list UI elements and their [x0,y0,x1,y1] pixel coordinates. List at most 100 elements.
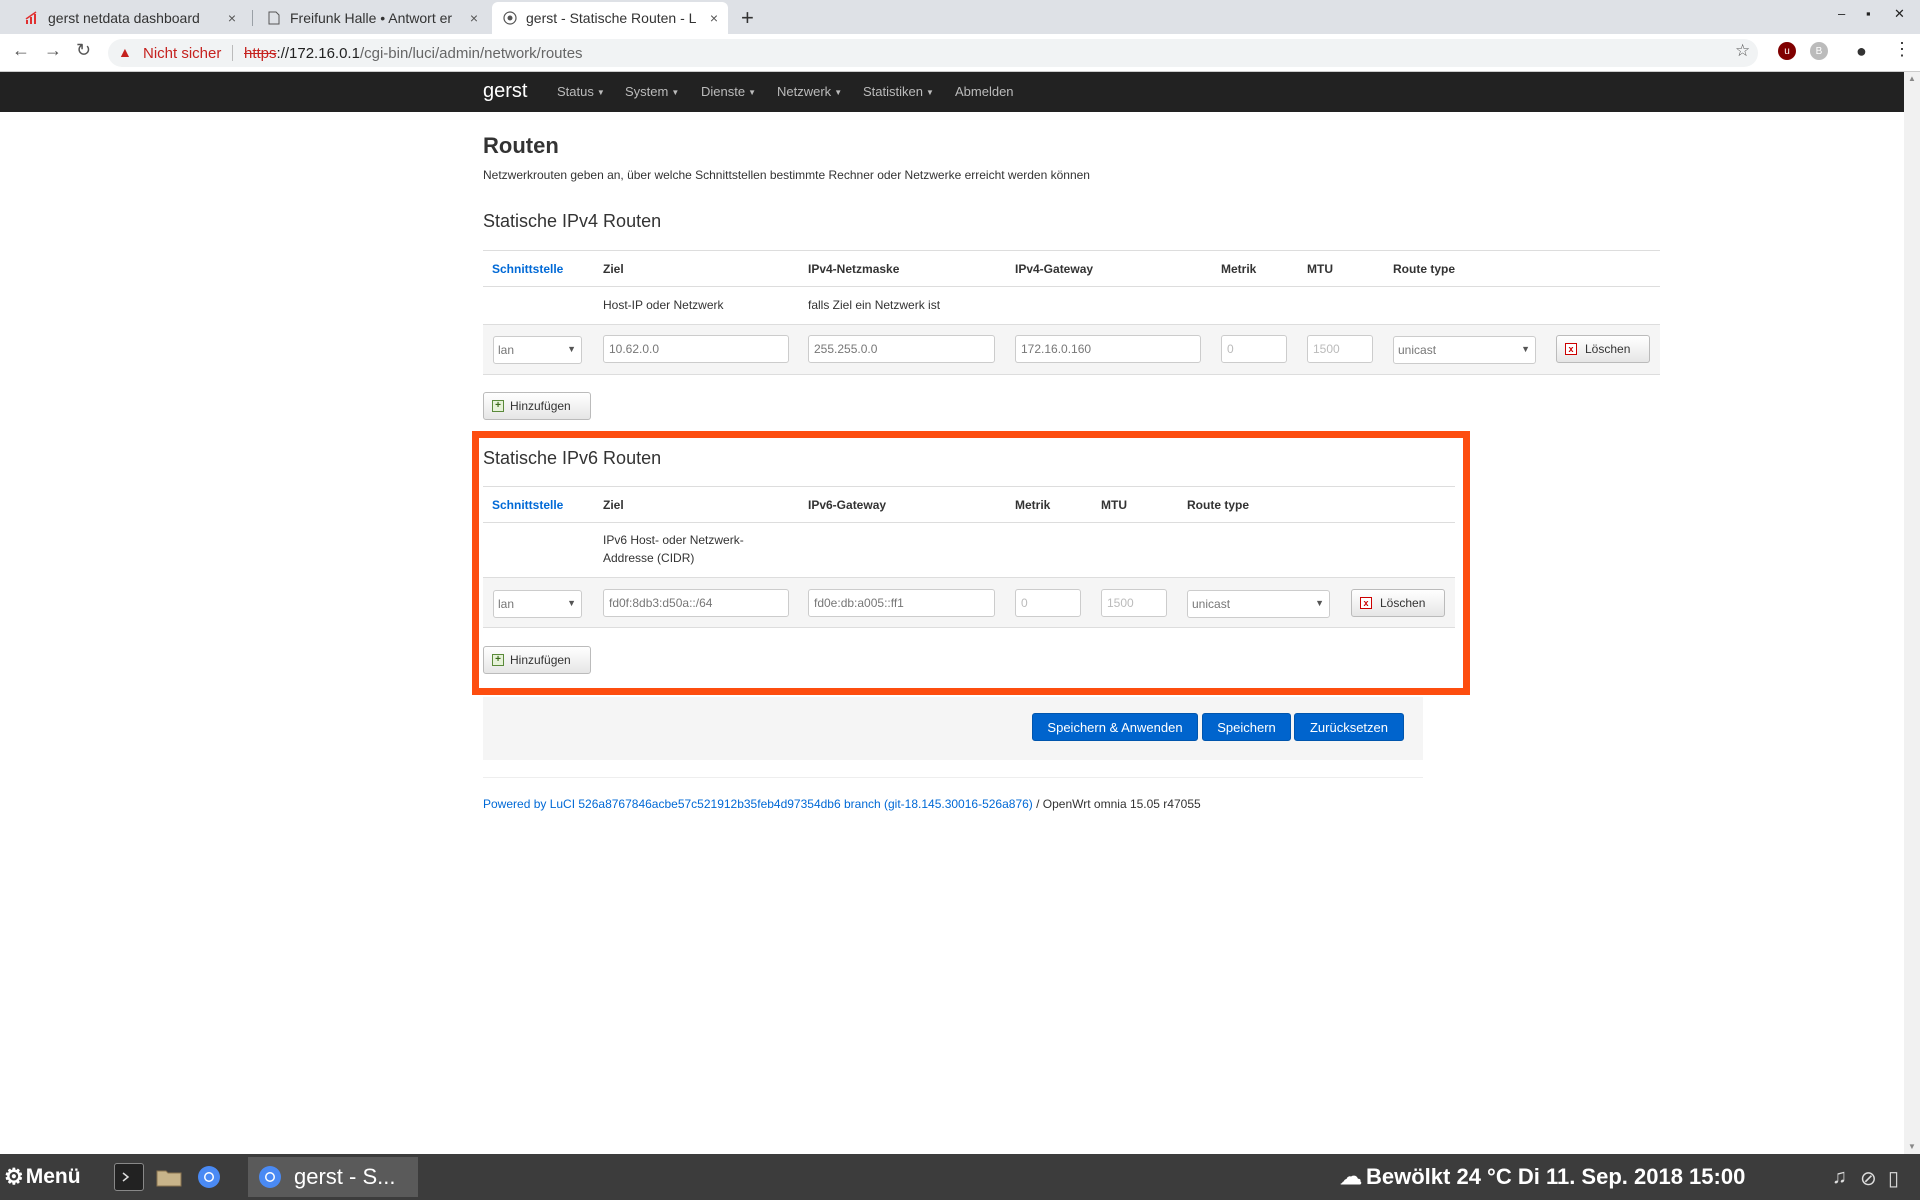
page-icon [266,10,282,26]
scroll-up-icon[interactable]: ▲ [1908,74,1916,83]
delete-button[interactable]: x Löschen [1556,335,1650,363]
tab-netdata[interactable]: gerst netdata dashboard × [14,2,246,34]
ipv4-route-row: lan ▼ 10.62.0.0 255.255.0.0 172.16.0.160 … [483,325,1660,375]
start-menu-button[interactable]: ⚙ Menü [4,1164,81,1190]
weather-text: Bewölkt 24 °C Di 11. Sep. 2018 15:00 [1366,1164,1746,1189]
task-label: gerst - S... [294,1164,396,1189]
weather-clock[interactable]: ☁ Bewölkt 24 °C Di 11. Sep. 2018 15:00 [1340,1164,1745,1190]
url-separator [232,45,233,61]
browser-tab-bar: gerst netdata dashboard × Freifunk Halle… [0,0,1920,34]
extension-b-icon[interactable]: B [1810,42,1828,60]
nav-system[interactable]: System ▼ [625,84,679,99]
caret-down-icon: ▼ [596,88,605,98]
nav-dienste[interactable]: Dienste ▼ [701,84,756,99]
reload-icon[interactable]: ↻ [76,40,91,61]
netdata-icon [24,10,40,26]
caret-down-icon: ▼ [925,88,934,98]
close-window-button[interactable]: ✕ [1894,6,1905,22]
route-type-select[interactable]: unicast ▼ [1393,336,1536,364]
hint-ziel: Host-IP oder Netzwerk [603,298,724,312]
menu-label: Menü [25,1165,81,1188]
tab-freifunk[interactable]: Freifunk Halle • Antwort er × [256,2,488,34]
target-input[interactable]: 10.62.0.0 [603,335,789,363]
netmask-input[interactable]: 255.255.0.0 [808,335,995,363]
music-icon[interactable]: ♫ [1832,1166,1847,1189]
metric-input[interactable]: 0 [1221,335,1287,363]
battery-icon[interactable]: ▯ [1888,1166,1899,1191]
bookmark-star-icon[interactable]: ☆ [1735,41,1750,61]
tab-separator [252,10,253,26]
ublock-icon[interactable]: u [1778,42,1796,60]
tab-title: Freifunk Halle • Antwort er [290,10,453,26]
ipv4-hint-row: Host-IP oder Netzwerk falls Ziel ein Net… [483,287,1660,325]
reset-button[interactable]: Zurücksetzen [1294,713,1404,741]
nav-label: Netzwerk [777,84,832,99]
desktop-taskbar: ⚙ Menü gerst - S... ☁ Bewölkt 24 °C Di 11.… [0,1154,1920,1200]
dropdown-arrow-icon: ▼ [1521,344,1530,354]
nav-label: Status [557,84,594,99]
maximize-button[interactable]: ▪ [1866,6,1871,21]
browser-toolbar: ← → ↻ ▲ Nicht sicher https://172.16.0.1/… [0,34,1920,72]
nav-netzwerk[interactable]: Netzwerk ▼ [777,84,842,99]
page-description: Netzwerkrouten geben an, über welche Sch… [483,168,1090,182]
chrome-icon[interactable] [194,1163,224,1191]
close-icon[interactable]: × [228,10,236,26]
network-icon[interactable]: ⊘ [1860,1166,1877,1191]
mtu-input[interactable]: 1500 [1307,335,1373,363]
nav-label: System [625,84,669,99]
nav-label: Statistiken [863,84,923,99]
tab-title: gerst netdata dashboard [48,10,200,26]
ipv4-section-heading: Statische IPv4 Routen [483,211,662,231]
brand-name[interactable]: gerst [483,80,527,103]
page-scrollbar[interactable] [1904,72,1920,1154]
col-metric: Metrik [1221,262,1257,276]
taskbar-window-chrome[interactable]: gerst - S... [248,1157,418,1197]
security-status[interactable]: Nicht sicher [143,45,221,62]
select-value: lan [498,343,515,357]
profile-icon[interactable]: ● [1856,41,1867,62]
forward-icon[interactable]: → [44,40,62,61]
delete-icon: x [1565,343,1577,355]
scroll-down-icon[interactable]: ▼ [1908,1142,1916,1151]
col-gateway: IPv4-Gateway [1015,262,1094,276]
close-icon[interactable]: × [710,10,718,26]
highlight-box [472,431,1470,695]
nav-abmelden[interactable]: Abmelden [955,84,1014,99]
nav-statistiken[interactable]: Statistiken ▼ [863,84,934,99]
footer: Powered by LuCI 526a8767846acbe57c521912… [483,797,1201,811]
save-button[interactable]: Speichern [1202,713,1291,741]
url-path: /cgi-bin/luci/admin/network/routes [359,45,583,62]
new-tab-button[interactable]: + [741,5,754,31]
button-label: Hinzufügen [510,399,571,413]
luci-version-link[interactable]: Powered by LuCI 526a8767846acbe57c521912… [483,797,1033,811]
browser-menu-icon[interactable]: ⋮ [1893,39,1911,60]
page-title: Routen [483,133,559,158]
col-netmask: IPv4-Netzmaske [808,262,900,276]
nav-status[interactable]: Status ▼ [557,84,605,99]
terminal-icon[interactable] [114,1163,144,1191]
add-icon: + [492,400,504,412]
cloud-icon: ☁ [1340,1164,1362,1189]
save-apply-button[interactable]: Speichern & Anwenden [1032,713,1198,741]
luci-header: gerst Status ▼ System ▼ Dienste ▼ Netzwerk ▼… [0,72,1904,112]
caret-down-icon: ▼ [671,88,680,98]
nav-label: Dienste [701,84,746,99]
tab-routes-active[interactable]: gerst - Statische Routen - L × [492,2,728,34]
interface-select[interactable]: lan ▼ [493,336,582,364]
ipv4-add-button[interactable]: + Hinzufügen [483,392,591,420]
col-ziel: Ziel [603,262,624,276]
back-icon[interactable]: ← [12,40,30,61]
gateway-input[interactable]: 172.16.0.160 [1015,335,1201,363]
minimize-button[interactable]: – [1838,6,1845,21]
caret-down-icon: ▼ [748,88,756,98]
col-schnittstelle[interactable]: Schnittstelle [492,262,563,276]
address-bar[interactable]: ▲ Nicht sicher https://172.16.0.1/cgi-bi… [108,39,1758,67]
form-actions: Speichern & Anwenden Speichern Zurückset… [483,697,1423,760]
footer-divider [483,777,1423,778]
col-route-type: Route type [1393,262,1456,276]
dropdown-arrow-icon: ▼ [567,344,576,354]
gear-icon: ⚙ [4,1164,24,1189]
url-text[interactable]: https://172.16.0.1/cgi-bin/luci/admin/ne… [244,45,583,62]
folder-icon[interactable] [154,1163,184,1191]
close-icon[interactable]: × [470,10,478,26]
